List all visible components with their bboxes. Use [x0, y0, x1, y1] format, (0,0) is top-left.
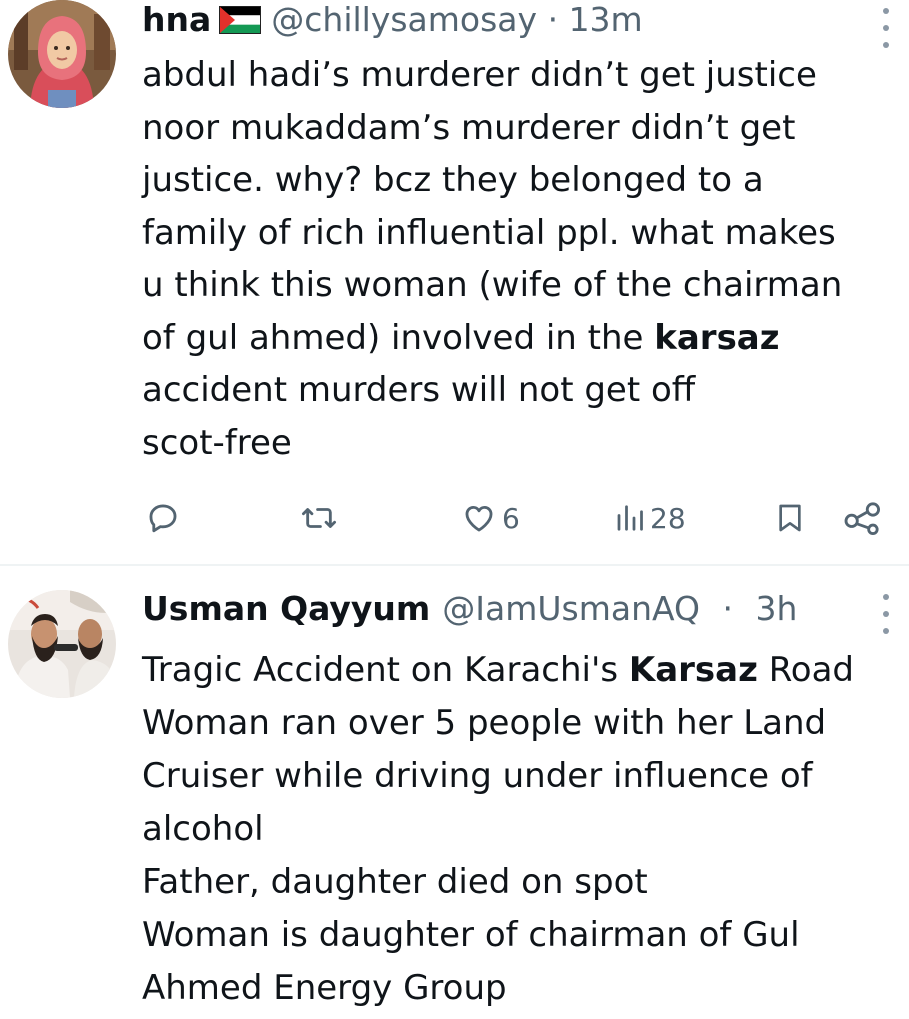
tweet-line: noor mukaddam’s murderer didn’t get	[142, 107, 796, 148]
avatar[interactable]	[8, 0, 116, 108]
tweet-line: Woman ran over 5 people with her Land	[142, 703, 827, 743]
retweet-icon	[301, 508, 336, 528]
tweet-line: justice. why? bcz they belonged to a	[142, 160, 764, 200]
search-keyword: Karsaz	[628, 650, 758, 690]
separator: ·	[722, 589, 734, 628]
share-icon	[844, 502, 880, 535]
like-button[interactable]: 6	[462, 492, 520, 544]
tweet-line: scot-free	[142, 422, 292, 463]
views-count: 28	[650, 501, 686, 535]
share-button[interactable]	[843, 492, 883, 544]
more-options-icon[interactable]	[881, 8, 891, 48]
tweet-line: Woman is daughter of chairman of Gul	[142, 915, 800, 955]
bookmark-icon	[779, 504, 801, 532]
retweet-button[interactable]	[300, 492, 338, 544]
palestine-flag-icon	[219, 0, 262, 34]
timestamp[interactable]: 13m	[569, 0, 643, 43]
tweet[interactable]: Usman Qayyum @IamUsmanAQ · 3h Tragic Acc…	[0, 566, 909, 1019]
tweet-line: Tragic Accident on Karachi's Karsaz Road	[142, 650, 855, 690]
tweet-line: u think this woman (wife of the chairman	[142, 265, 843, 305]
display-name[interactable]: hna	[142, 0, 211, 43]
bookmark-button[interactable]	[774, 492, 806, 544]
avatar[interactable]	[8, 590, 116, 698]
tweet-text: abdul hadi’s murderer didn’t get justice…	[142, 49, 901, 469]
handle[interactable]: @chillysamosay	[271, 0, 537, 43]
views-icon	[617, 505, 643, 531]
separator: ·	[547, 0, 559, 39]
action-bar: 6 28	[0, 492, 909, 544]
tweet-line: family of rich influential ppl. what mak…	[142, 212, 836, 253]
tweet-line: alcohol	[142, 809, 264, 849]
reply-icon	[149, 504, 177, 533]
search-keyword: karsaz	[654, 317, 780, 358]
tweet-header: Usman Qayyum @IamUsmanAQ · 3h	[142, 586, 859, 632]
tweet-line: Father, daughter died on spot	[142, 862, 648, 902]
tweet-line: of gul ahmed) involved in the karsaz	[142, 317, 780, 358]
tweet[interactable]: hna @chillysamosay · 13m abdul hadi’s mu…	[0, 0, 909, 565]
tweet-line: Ahmed Energy Group	[142, 968, 507, 1008]
like-count: 6	[502, 501, 520, 535]
heart-icon	[465, 505, 493, 532]
handle[interactable]: @IamUsmanAQ	[442, 586, 700, 632]
views-button[interactable]: 28	[614, 492, 686, 544]
more-options-icon[interactable]	[881, 594, 891, 634]
reply-button[interactable]	[146, 492, 180, 544]
timestamp[interactable]: 3h	[756, 586, 798, 632]
tweet-line: accident murders will not get off	[142, 370, 696, 410]
display-name[interactable]: Usman Qayyum	[142, 586, 430, 632]
tweet-line: Cruiser while driving under influence of	[142, 756, 813, 796]
tweet-line: abdul hadi’s murderer didn’t get justice	[142, 55, 817, 95]
tweet-text: Tragic Accident on Karachi's Karsaz Road…	[142, 644, 901, 1015]
tweet-header: hna @chillysamosay · 13m	[142, 0, 859, 43]
